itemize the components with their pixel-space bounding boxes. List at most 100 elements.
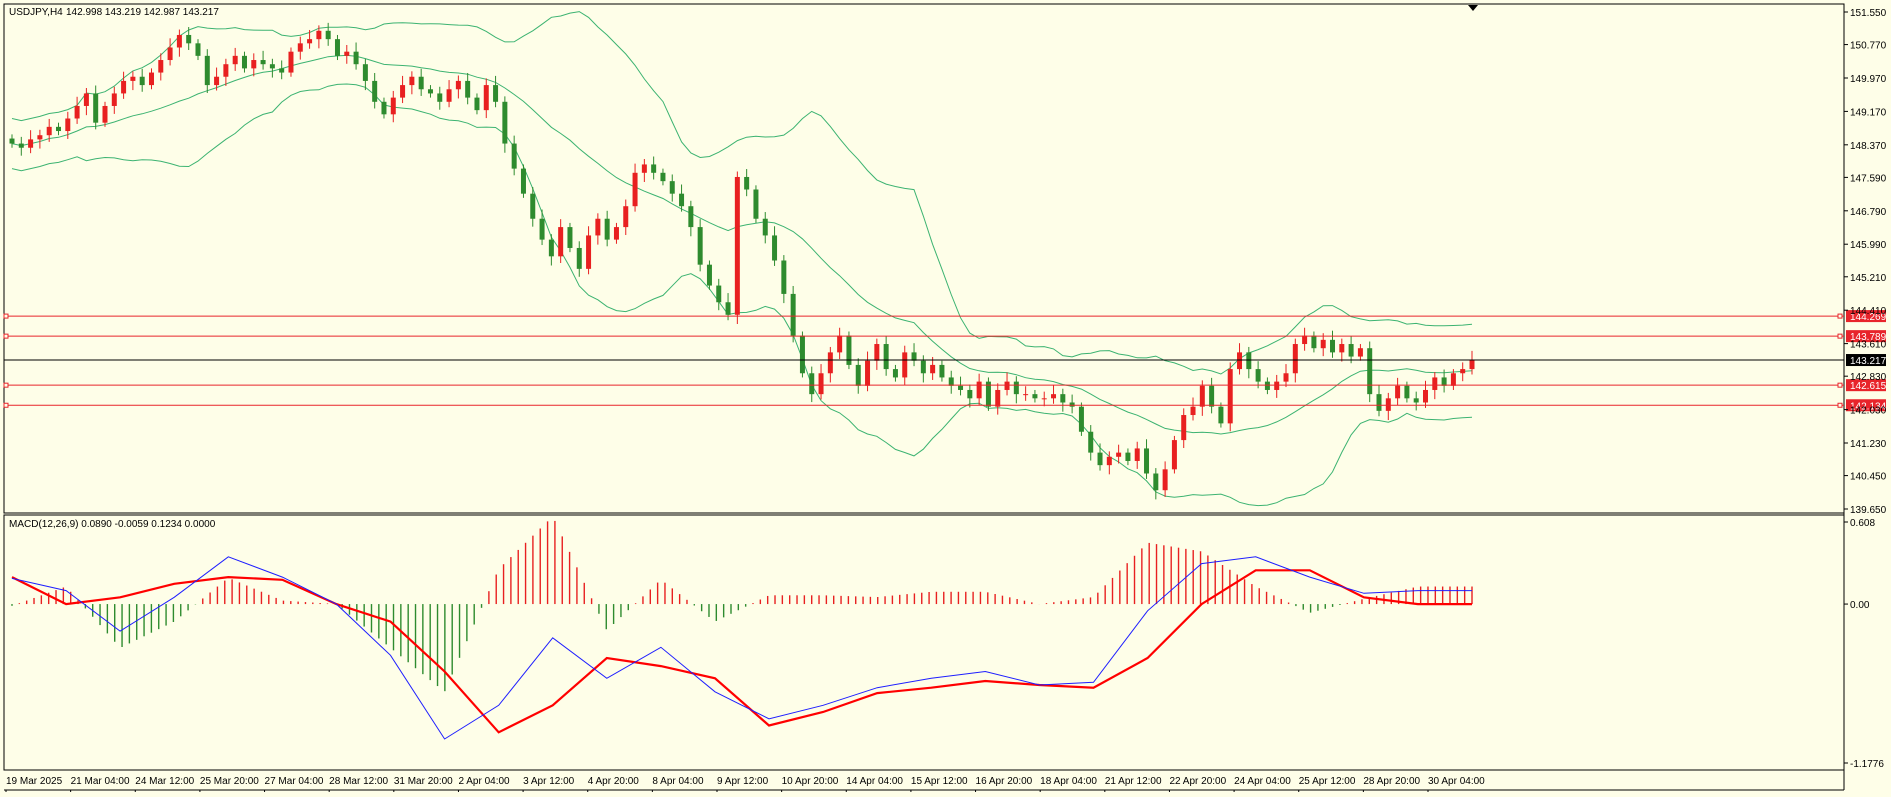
bull-candle [586,235,592,269]
macd-tick-label: -1.1776 [1850,759,1884,770]
bull-candle [930,364,936,374]
bull-candle [1199,385,1205,407]
time-label: 28 Apr 20:00 [1363,776,1420,787]
bear-candle [679,193,685,207]
ohlc-label: 142.998 143.219 142.987 143.217 [66,7,219,18]
bear-candle [1376,394,1382,411]
chart-window[interactable]: 144.269 143.789 142.615 142.134 143.217 151.… [0,0,1891,794]
time-label: 31 Mar 20:00 [394,776,453,787]
bear-candle [725,302,731,315]
macd-tick-label: 0.608 [1850,518,1875,529]
time-label: 25 Mar 20:00 [200,776,259,787]
bull-candle [1162,469,1168,491]
bull-candle [288,51,294,73]
price-tick-label: 149.970 [1850,74,1887,85]
bull-candle [158,60,164,73]
bull-candle [83,93,89,106]
bear-candle [186,34,192,44]
price-tick-label: 148.370 [1850,141,1887,152]
bull-candle [1450,373,1456,386]
bear-candle [372,80,378,102]
price-tick-label: 149.170 [1850,107,1887,118]
time-label: 3 Apr 12:00 [523,776,575,787]
bull-candle [223,64,229,77]
bull-candle [455,80,461,90]
bull-candle [148,72,154,86]
bear-candle [381,101,387,115]
bear-candle [9,138,15,144]
bull-candle [121,80,127,94]
current-price-value: 143.217 [1850,356,1887,367]
time-label: 21 Apr 12:00 [1105,776,1162,787]
bull-candle [37,135,43,140]
bear-candle [669,181,675,194]
time-label: 16 Apr 20:00 [976,776,1033,787]
bear-candle [204,55,210,86]
bear-candle [716,285,722,303]
bull-candle [1302,335,1308,345]
bear-candle [883,344,889,370]
bear-candle [567,227,573,248]
bull-candle [641,164,647,173]
time-label: 21 Mar 04:00 [71,776,130,787]
bull-candle [995,389,1001,407]
bear-candle [437,93,443,102]
time-label: 9 Apr 12:00 [717,776,769,787]
level-handle-right [1837,333,1843,339]
bear-candle [1078,406,1084,432]
bull-candle [1227,369,1233,424]
symbol-label: USDJPY,H4 [9,7,63,18]
bear-candle [604,218,610,240]
bull-candle [46,126,52,136]
time-label: 8 Apr 04:00 [652,776,704,787]
bull-candle [167,47,173,61]
bull-candle [1385,398,1391,411]
bull-candle [232,55,238,65]
bull-candle [1460,369,1466,374]
bear-candle [706,264,712,286]
time-label: 25 Apr 12:00 [1299,776,1356,787]
bear-candle [846,335,852,365]
bull-candle [316,30,322,40]
bull-candle [1051,394,1057,399]
bull-candle [902,352,908,378]
level-handle-right [1837,313,1843,319]
bear-candle [958,385,964,390]
bear-candle [744,176,750,190]
bull-candle [1041,398,1047,400]
bull-candle [214,76,220,86]
level-handle-right [1837,402,1843,408]
bear-candle [362,64,368,81]
time-label: 24 Mar 12:00 [135,776,194,787]
bear-candle [325,30,331,40]
bear-candle [1125,452,1131,461]
price-tick-label: 151.550 [1850,8,1887,19]
bull-candle [1432,377,1438,390]
bull-candle [111,93,117,106]
bear-candle [241,55,247,69]
bear-candle [1348,344,1354,357]
chart-canvas[interactable]: 144.269143.789142.615142.134143.217 151.… [0,0,1891,794]
bull-candle [1292,344,1298,374]
bear-candle [1209,385,1215,407]
bear-candle [911,352,917,361]
bear-candle [18,143,24,148]
bull-candle [1190,406,1196,416]
bear-candle [697,227,703,265]
price-tick-label: 150.770 [1850,41,1887,52]
bear-candle [474,97,480,111]
level-handle-left [3,333,9,339]
level-handle-left [3,402,9,408]
bear-candle [418,76,424,90]
time-label: 22 Apr 20:00 [1169,776,1226,787]
bull-candle [1357,348,1363,357]
time-label: 14 Apr 04:00 [846,776,903,787]
bear-candle [1013,381,1019,395]
bear-candle [511,143,517,169]
bear-candle [502,101,508,144]
bear-candle [799,335,805,374]
bull-candle [1320,339,1326,349]
bear-candle [892,369,898,378]
bull-candle [65,118,71,132]
bull-candle [1274,381,1280,390]
